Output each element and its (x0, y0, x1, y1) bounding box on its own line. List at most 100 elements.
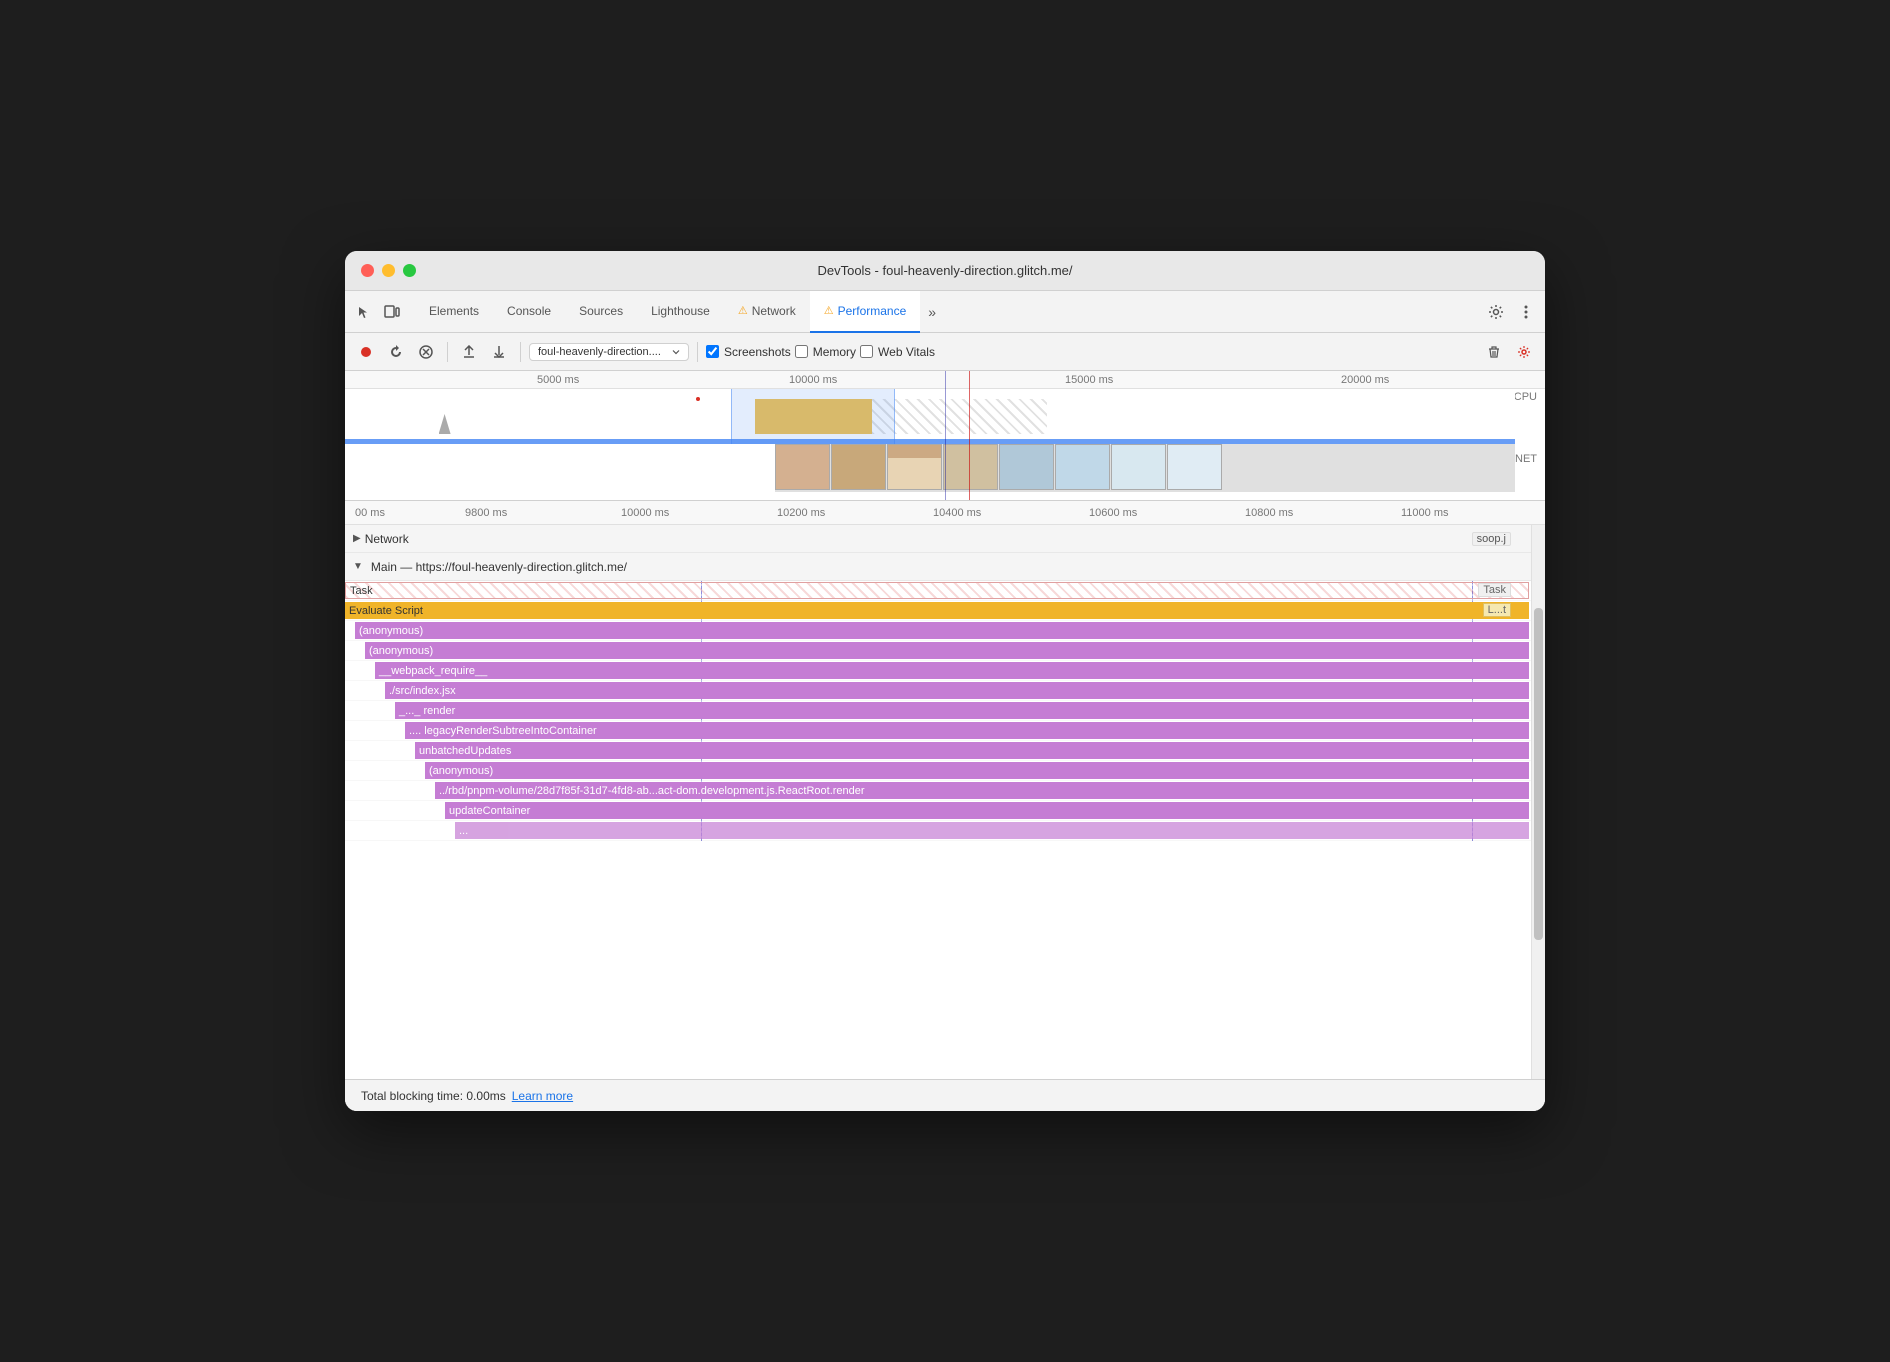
task-block[interactable]: Task (345, 582, 1529, 599)
screenshots-checkbox[interactable]: Screenshots (706, 345, 791, 359)
screenshot-thumb-4 (943, 444, 998, 490)
performance-settings-button[interactable] (1511, 339, 1537, 365)
learn-more-link[interactable]: Learn more (512, 1089, 573, 1103)
network-label: Network (365, 532, 409, 546)
more-tabs-button[interactable]: » (920, 304, 944, 320)
src-block[interactable]: ./src/index.jsx (385, 682, 1529, 699)
timeline-vline-red (969, 371, 970, 501)
title-bar: DevTools - foul-heavenly-direction.glitc… (345, 251, 1545, 291)
flame-row-webpack: __webpack_require__ (345, 661, 1531, 681)
delete-profile-button[interactable] (1481, 339, 1507, 365)
detail-mark-10400: 10400 ms (933, 507, 981, 519)
tab-sources[interactable]: Sources (565, 291, 637, 333)
ruler-mark-5000: 5000 ms (537, 374, 579, 386)
reload-record-button[interactable] (383, 339, 409, 365)
screenshots-checkbox-input[interactable] (706, 345, 719, 358)
url-selector[interactable]: foul-heavenly-direction.... (529, 343, 689, 361)
cpu-label: CPU (1514, 391, 1537, 403)
toolbar-divider-3 (697, 342, 698, 362)
network-section-header[interactable]: ▶ Network soop.j (345, 525, 1531, 553)
flame-row-anon-2: (anonymous) (345, 641, 1531, 661)
scrollbar-thumb[interactable] (1534, 608, 1543, 940)
ruler-mark-15000: 15000 ms (1065, 374, 1113, 386)
maximize-button[interactable] (403, 264, 416, 277)
download-button[interactable] (486, 339, 512, 365)
record-button[interactable] (353, 339, 379, 365)
performance-toolbar: foul-heavenly-direction.... Screenshots … (345, 333, 1545, 371)
main-thread-header[interactable]: ▼ Main — https://foul-heavenly-direction… (345, 553, 1531, 581)
render-block[interactable]: _..._ render (395, 702, 1529, 719)
flame-row-unbatched: unbatchedUpdates (345, 741, 1531, 761)
flame-row-legacy: .... legacyRenderSubtreeIntoContainer (345, 721, 1531, 741)
screenshot-thumb-3 (887, 444, 942, 490)
detail-ruler: 00 ms 9800 ms 10000 ms 10200 ms 10400 ms… (345, 501, 1545, 525)
timeline-overview[interactable]: 5000 ms 10000 ms 15000 ms 20000 ms CPU (345, 371, 1545, 501)
network-file-label: soop.j (1472, 532, 1511, 546)
screenshot-thumb-5 (999, 444, 1054, 490)
status-bar: Total blocking time: 0.00ms Learn more (345, 1079, 1545, 1111)
screenshot-thumb-7 (1111, 444, 1166, 490)
tab-elements[interactable]: Elements (415, 291, 493, 333)
anon-block-2[interactable]: (anonymous) (365, 642, 1529, 659)
scrollbar[interactable] (1531, 525, 1545, 1079)
screenshot-thumb-8 (1167, 444, 1222, 490)
upload-button[interactable] (456, 339, 482, 365)
evaluate-right-label: L...t (1483, 603, 1511, 617)
detail-mark-11000: 11000 ms (1401, 507, 1449, 519)
flame-row-evaluate: Evaluate Script L...t (345, 601, 1531, 621)
screenshot-thumb-2 (831, 444, 886, 490)
tab-performance[interactable]: ⚠ Performance (810, 291, 921, 333)
cursor-icon[interactable] (353, 301, 375, 323)
unbatched-block[interactable]: unbatchedUpdates (415, 742, 1529, 759)
network-warn-icon: ⚠ (738, 304, 748, 317)
web-vitals-checkbox-input[interactable] (860, 345, 873, 358)
flame-chart-rows: Task Task Evaluate Script L...t (345, 581, 1531, 841)
collapse-icon[interactable]: ▼ (353, 561, 363, 572)
web-vitals-checkbox[interactable]: Web Vitals (860, 345, 935, 359)
settings-icon[interactable] (1485, 301, 1507, 323)
flame-row-anon-1: (anonymous) (345, 621, 1531, 641)
tab-lighthouse[interactable]: Lighthouse (637, 291, 724, 333)
chevron-down-icon (672, 348, 680, 356)
toolbar-divider-1 (447, 342, 448, 362)
detail-mark-10600: 10600 ms (1089, 507, 1137, 519)
blocking-time-text: Total blocking time: 0.00ms (361, 1089, 506, 1103)
devtools-panel: Elements Console Sources Lighthouse ⚠ Ne… (345, 291, 1545, 1111)
flame-row-update: updateContainer (345, 801, 1531, 821)
legacy-block[interactable]: .... legacyRenderSubtreeIntoContainer (405, 722, 1529, 739)
anon-block-1[interactable]: (anonymous) (355, 622, 1529, 639)
anon-block-3[interactable]: (anonymous) (425, 762, 1529, 779)
flame-row-task: Task Task (345, 581, 1531, 601)
toolbar-right (1481, 339, 1537, 365)
tab-console[interactable]: Console (493, 291, 565, 333)
more-options-icon[interactable] (1515, 301, 1537, 323)
detail-mark-9800: 9800 ms (465, 507, 507, 519)
main-content-area: ▶ Network soop.j ▼ Main — https://foul-h… (345, 525, 1545, 1079)
flame-row-rbd: ../rbd/pnpm-volume/28d7f85f-31d7-4fd8-ab… (345, 781, 1531, 801)
last-block[interactable]: ... (455, 822, 1529, 839)
task-right-label: Task (1478, 583, 1511, 597)
screenshot-thumb-1 (775, 444, 830, 490)
flame-chart-area[interactable]: ▶ Network soop.j ▼ Main — https://foul-h… (345, 525, 1531, 1079)
network-expand-icon[interactable]: ▶ (353, 533, 361, 544)
minimize-button[interactable] (382, 264, 395, 277)
tab-bar: Elements Console Sources Lighthouse ⚠ Ne… (345, 291, 1545, 333)
device-toggle-icon[interactable] (381, 301, 403, 323)
flame-row-anon-3: (anonymous) (345, 761, 1531, 781)
detail-mark-10800: 10800 ms (1245, 507, 1293, 519)
detail-mark-10000: 10000 ms (621, 507, 669, 519)
memory-checkbox-input[interactable] (795, 345, 808, 358)
tab-bar-icons (353, 301, 403, 323)
rbd-block[interactable]: ../rbd/pnpm-volume/28d7f85f-31d7-4fd8-ab… (435, 782, 1529, 799)
traffic-lights (361, 264, 416, 277)
close-button[interactable] (361, 264, 374, 277)
screenshot-thumb-6 (1055, 444, 1110, 490)
memory-checkbox[interactable]: Memory (795, 345, 856, 359)
clear-button[interactable] (413, 339, 439, 365)
main-thread-label: Main — https://foul-heavenly-direction.g… (371, 560, 627, 574)
webpack-block[interactable]: __webpack_require__ (375, 662, 1529, 679)
window-title: DevTools - foul-heavenly-direction.glitc… (817, 263, 1072, 278)
tab-network[interactable]: ⚠ Network (724, 291, 810, 333)
evaluate-block[interactable]: Evaluate Script (345, 602, 1529, 619)
update-block[interactable]: updateContainer (445, 802, 1529, 819)
